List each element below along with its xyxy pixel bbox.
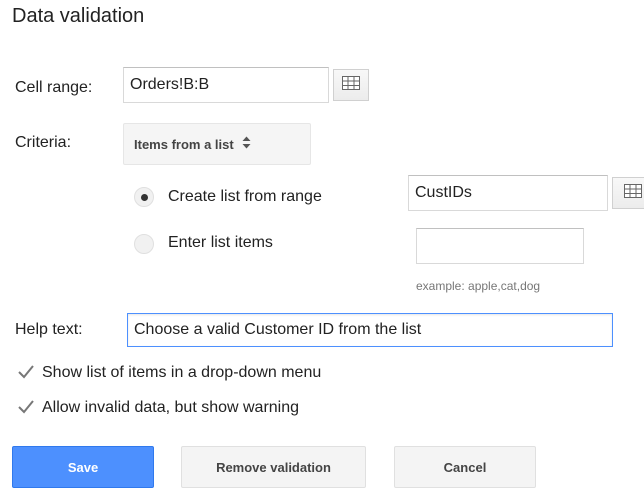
- criteria-dropdown[interactable]: Items from a list: [123, 123, 311, 165]
- dialog-title: Data validation: [12, 5, 145, 27]
- list-range-input[interactable]: [408, 175, 608, 211]
- grid-icon: [342, 75, 360, 95]
- create-list-from-range-label: Create list from range: [168, 188, 322, 205]
- checkmark-icon: [18, 365, 34, 379]
- save-button[interactable]: Save: [12, 446, 154, 488]
- up-down-arrows-icon: [242, 136, 251, 152]
- criteria-label: Criteria:: [15, 134, 72, 151]
- enter-list-items-radio[interactable]: [134, 234, 154, 254]
- cell-range-input[interactable]: [123, 67, 329, 103]
- list-range-picker-button[interactable]: [612, 177, 644, 209]
- show-dropdown-checkbox[interactable]: [17, 363, 35, 381]
- cell-range-label: Cell range:: [15, 79, 93, 96]
- grid-icon: [623, 183, 642, 203]
- list-items-example-hint: example: apple,cat,dog: [416, 279, 541, 293]
- checkmark-icon: [18, 400, 34, 414]
- criteria-selected-value: Items from a list: [134, 136, 234, 152]
- list-items-input[interactable]: [416, 228, 584, 264]
- cancel-button[interactable]: Cancel: [394, 446, 536, 488]
- create-list-from-range-radio[interactable]: [134, 187, 154, 207]
- show-dropdown-label: Show list of items in a drop-down menu: [42, 364, 322, 381]
- help-text-label: Help text:: [15, 321, 83, 338]
- help-text-input[interactable]: [127, 313, 613, 347]
- enter-list-items-label: Enter list items: [168, 234, 273, 251]
- allow-invalid-label: Allow invalid data, but show warning: [42, 399, 300, 416]
- cell-range-picker-button[interactable]: [333, 69, 369, 101]
- radio-selected-dot: [141, 194, 148, 201]
- allow-invalid-checkbox[interactable]: [17, 398, 35, 416]
- remove-validation-button[interactable]: Remove validation: [181, 446, 366, 488]
